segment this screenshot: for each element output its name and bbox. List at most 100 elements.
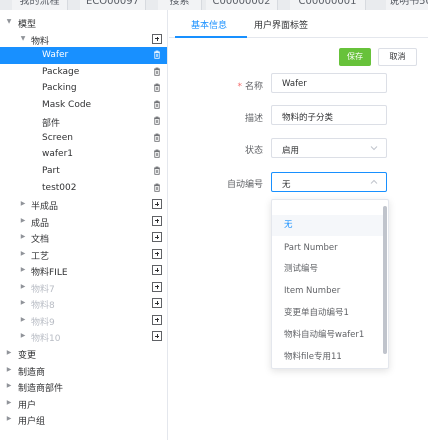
tab-basic-info[interactable]: 基本信息 [191, 18, 227, 31]
add-child-icon[interactable] [152, 314, 162, 325]
caret-right-icon[interactable]: ▶ [5, 415, 13, 423]
dropdown-option[interactable]: Item Number [272, 281, 384, 302]
tree-node[interactable]: ▶ 物料10 [0, 328, 167, 345]
top-tab[interactable]: ECO00097 [80, 0, 146, 10]
description-label: 描述 [244, 114, 263, 124]
add-child-icon[interactable] [152, 248, 162, 259]
tree-node[interactable]: ▶ 物料FILE [0, 262, 167, 279]
tree-node-label: Wafer [42, 50, 69, 61]
tree-node[interactable]: Mask Code [0, 97, 167, 114]
caret-right-icon[interactable]: ▶ [19, 283, 27, 291]
tree-node[interactable]: ▶ 文档 [0, 229, 167, 246]
caret-right-icon[interactable]: ▶ [19, 233, 27, 241]
add-child-icon[interactable] [152, 232, 162, 243]
caret-right-icon[interactable]: ▶ [5, 382, 13, 390]
tree-node[interactable]: ▶ 物料9 [0, 312, 167, 329]
tree-node[interactable]: test002 [0, 180, 167, 197]
tree-node[interactable]: Part [0, 163, 167, 180]
tree-node-label: Part [42, 165, 60, 176]
tree-node[interactable]: Package [0, 64, 167, 81]
cancel-button[interactable]: 取消 [378, 48, 417, 66]
tree-node[interactable]: Packing [0, 80, 167, 97]
active-tab-indicator [175, 36, 247, 38]
name-label-text: 名称 [244, 82, 263, 92]
save-button[interactable]: 保存 [339, 48, 371, 66]
caret-right-icon[interactable]: ▶ [19, 217, 27, 225]
status-select[interactable]: 启用 [271, 138, 387, 158]
tree-node[interactable]: wafer1 [0, 146, 167, 163]
required-mark: * [237, 82, 242, 92]
caret-right-icon[interactable]: ▶ [19, 250, 27, 258]
caret-right-icon[interactable]: ▶ [19, 266, 27, 274]
trash-icon[interactable] [153, 149, 161, 159]
top-tab[interactable]: 我的流程 [12, 0, 68, 10]
caret-right-icon[interactable]: ▶ [19, 200, 27, 208]
tree-node[interactable]: ▶ 物料8 [0, 295, 167, 312]
top-tab[interactable]: C00000002 [206, 0, 278, 10]
tree-node[interactable]: ▶ 半成品 [0, 196, 167, 213]
tree-node[interactable]: Wafer [0, 47, 167, 64]
name-field[interactable]: Wafer [271, 73, 387, 93]
tree-node[interactable]: ▶ 制造商部件 [0, 378, 167, 395]
trash-icon[interactable] [153, 183, 161, 192]
tree-node[interactable]: ▶ 制造商 [0, 362, 167, 379]
trash-icon[interactable] [153, 83, 161, 92]
tree-node-label: 半成品 [31, 202, 59, 213]
trash-icon[interactable] [153, 67, 161, 76]
tree-node-label: 部件 [42, 119, 61, 130]
tree-node[interactable]: 部件 [0, 113, 167, 130]
tree-node[interactable]: ▶ 变更 [0, 345, 167, 362]
detail-tabs: 基本信息 用户界面标签 [169, 10, 428, 38]
dropdown-scrollbar[interactable] [383, 206, 387, 354]
tree-node-label: 文档 [31, 235, 50, 246]
auto-number-select[interactable]: 无 [271, 172, 387, 192]
tree-node-label: 制造商 [18, 367, 46, 378]
caret-right-icon[interactable]: ▶ [19, 332, 27, 340]
top-tab[interactable]: C00000001 [290, 0, 366, 10]
tab-ui-labels[interactable]: 用户界面标签 [254, 18, 308, 31]
trash-icon[interactable] [153, 133, 161, 142]
dropdown-option[interactable]: 测试编号 [272, 259, 384, 280]
caret-right-icon[interactable]: ▶ [19, 299, 27, 307]
add-child-icon[interactable] [152, 199, 162, 210]
tree-node-label: test002 [42, 182, 77, 193]
add-child-icon[interactable] [152, 298, 162, 309]
dropdown-option[interactable]: 无 [272, 215, 384, 236]
dropdown-option[interactable]: Part Number [272, 238, 384, 259]
tree-node[interactable]: ▼ 模型 [0, 14, 167, 31]
caret-right-icon[interactable]: ▶ [5, 366, 13, 374]
tree-node[interactable]: ▼ 物料 [0, 31, 167, 48]
dropdown-option[interactable]: 物料自动编号wafer1 [272, 325, 384, 346]
trash-icon[interactable] [153, 116, 161, 125]
add-child-icon[interactable] [152, 215, 162, 226]
add-child-icon[interactable] [152, 33, 162, 44]
tree-node[interactable]: ▶ 用户组 [0, 411, 167, 428]
tree-node[interactable]: ▶ 工艺 [0, 246, 167, 263]
tree-node[interactable]: ▶ 物料7 [0, 279, 167, 296]
tree-node-label: wafer1 [42, 149, 74, 160]
tree-node[interactable]: ▶ 成品 [0, 213, 167, 230]
chevron-down-icon [370, 146, 378, 151]
add-child-icon[interactable] [152, 331, 162, 342]
description-field-value: 物料的子分类 [282, 113, 334, 123]
top-tab[interactable]: 搜索 [158, 0, 202, 10]
caret-down-icon[interactable]: ▼ [19, 35, 27, 43]
description-field[interactable]: 物料的子分类 [271, 105, 387, 125]
tree-node[interactable]: Screen [0, 130, 167, 147]
dropdown-option[interactable]: 物料file专用11 [272, 347, 384, 368]
trash-icon[interactable] [153, 50, 161, 59]
dropdown-option[interactable]: 变更单自动编号1 [272, 303, 384, 324]
caret-right-icon[interactable]: ▶ [5, 349, 13, 357]
tree-node-label: 物料FILE [31, 268, 68, 279]
add-child-icon[interactable] [152, 281, 162, 292]
detail-panel: 基本信息 用户界面标签 保存 取消 * 名称 Wafer 描述 物料的子分类 状态… [169, 10, 428, 440]
trash-icon[interactable] [153, 100, 161, 109]
caret-right-icon[interactable]: ▶ [19, 316, 27, 324]
caret-down-icon[interactable]: ▼ [5, 18, 13, 26]
name-label: * 名称 [237, 79, 263, 92]
trash-icon[interactable] [153, 166, 161, 175]
add-child-icon[interactable] [152, 265, 162, 276]
top-tab[interactable]: 说明书50 [386, 0, 428, 10]
caret-right-icon[interactable]: ▶ [5, 399, 13, 407]
tree-node[interactable]: ▶ 用户 [0, 395, 167, 412]
